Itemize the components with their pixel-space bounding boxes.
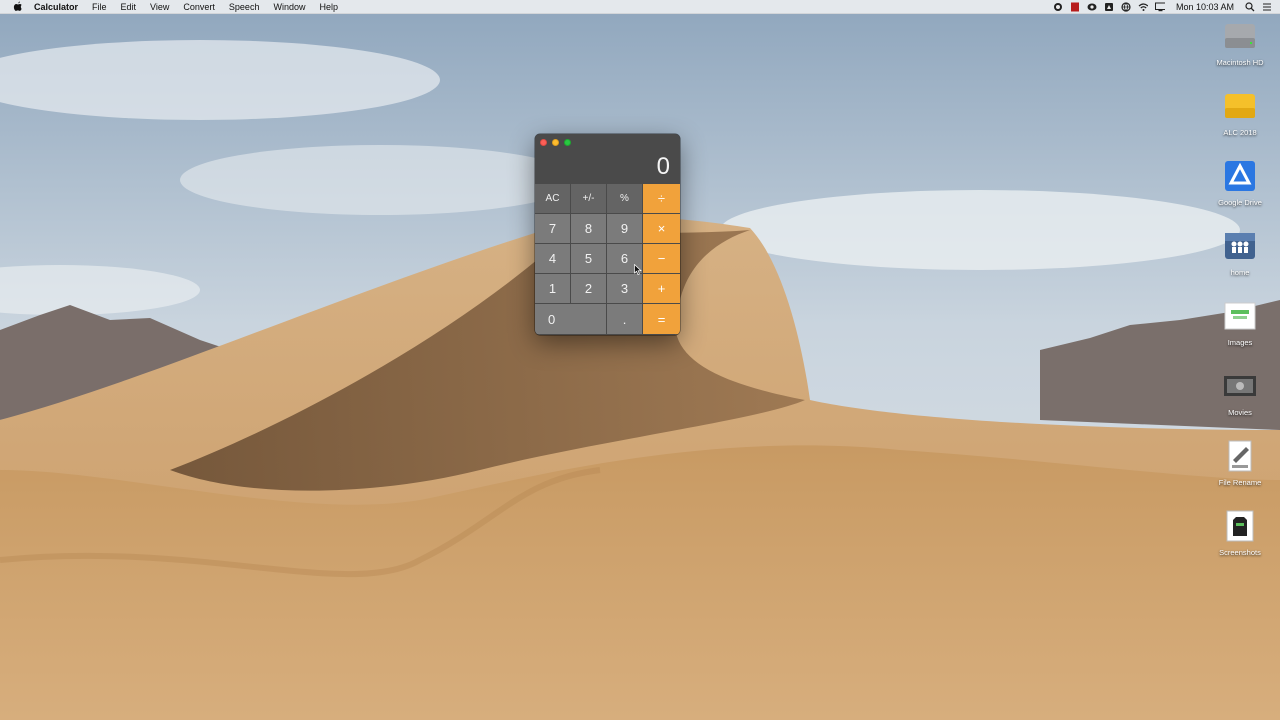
red-app-icon[interactable] — [1070, 2, 1080, 12]
digit-5-button[interactable]: 5 — [571, 244, 607, 274]
digit-0-button[interactable]: 0 — [535, 304, 607, 335]
creative-cloud-icon[interactable] — [1087, 2, 1097, 12]
digit-4-button[interactable]: 4 — [535, 244, 571, 274]
desktop-icon-macintosh-hd[interactable]: Macintosh HD — [1200, 18, 1280, 67]
desktop-icon-label: Google Drive — [1218, 198, 1262, 207]
zoom-window-button[interactable] — [564, 138, 571, 146]
calculator-display: 0 — [656, 153, 670, 180]
digit-2-button[interactable]: 2 — [571, 274, 607, 304]
desktop-icon-google-drive[interactable]: Google Drive — [1200, 158, 1280, 207]
sign-toggle-button[interactable]: +/- — [571, 184, 607, 214]
record-icon[interactable] — [1053, 2, 1063, 12]
digit-9-button[interactable]: 9 — [607, 214, 643, 244]
menu-speech[interactable]: Speech — [222, 0, 267, 14]
search-icon[interactable] — [1245, 1, 1255, 12]
desktop-icon-file-rename[interactable]: File Rename — [1200, 438, 1280, 487]
digit-3-button[interactable]: 3 — [607, 274, 643, 304]
calculator-titlebar[interactable] — [535, 134, 680, 150]
desktop-icon-alc-2018[interactable]: ALC 2018 — [1200, 88, 1280, 137]
menu-clock[interactable]: Mon 10:03 AM — [1172, 2, 1238, 12]
screenshots-folder-icon — [1222, 508, 1258, 544]
desktop-icon-label: home — [1230, 268, 1250, 277]
calculator-window: 0 AC +/- % ÷ 7 8 9 × 4 5 6 − 1 2 3 + 0 .… — [535, 134, 680, 335]
menu-convert[interactable]: Convert — [176, 0, 222, 14]
menu-view[interactable]: View — [143, 0, 176, 14]
mouse-pointer-icon — [634, 262, 642, 275]
calculator-keypad: AC +/- % ÷ 7 8 9 × 4 5 6 − 1 2 3 + 0 . = — [535, 184, 680, 335]
images-folder-icon — [1222, 298, 1258, 334]
desktop-icon-label: Macintosh HD — [1216, 58, 1264, 67]
movies-folder-icon — [1222, 368, 1258, 404]
desktop-icon-label: Screenshots — [1219, 548, 1261, 557]
home-share-icon — [1222, 228, 1258, 264]
desktop-icon-screenshots[interactable]: Screenshots — [1200, 508, 1280, 557]
menu-window[interactable]: Window — [266, 0, 312, 14]
globe-icon[interactable] — [1121, 1, 1131, 12]
drive-icon[interactable] — [1104, 2, 1114, 12]
decimal-button[interactable]: . — [607, 304, 643, 335]
digit-7-button[interactable]: 7 — [535, 214, 571, 244]
google-drive-icon — [1222, 158, 1258, 194]
notification-center-icon[interactable] — [1262, 2, 1272, 12]
divide-button[interactable]: ÷ — [643, 184, 680, 214]
file-rename-icon — [1222, 438, 1258, 474]
apple-icon[interactable] — [12, 1, 24, 13]
desktop-icon-home[interactable]: home — [1200, 228, 1280, 277]
close-window-button[interactable] — [540, 138, 547, 146]
desktop-icon-label: Images — [1227, 338, 1253, 347]
percent-button[interactable]: % — [607, 184, 643, 214]
menu-help[interactable]: Help — [312, 0, 345, 14]
desktop-icon-images[interactable]: Images — [1200, 298, 1280, 347]
yellow-drive-icon — [1222, 88, 1258, 124]
digit-8-button[interactable]: 8 — [571, 214, 607, 244]
equals-button[interactable]: = — [643, 304, 680, 335]
minus-button[interactable]: − — [643, 244, 680, 274]
display-icon[interactable] — [1154, 2, 1165, 12]
menu-bar: Calculator File Edit View Convert Speech… — [0, 0, 1280, 14]
menu-file[interactable]: File — [85, 0, 114, 14]
desktop-icon-label: ALC 2018 — [1223, 128, 1257, 137]
desktop-icon-label: File Rename — [1218, 478, 1262, 487]
clear-button[interactable]: AC — [535, 184, 571, 214]
wifi-icon[interactable] — [1138, 2, 1148, 12]
multiply-button[interactable]: × — [643, 214, 680, 244]
minimize-window-button[interactable] — [552, 138, 559, 146]
hard-drive-icon — [1222, 18, 1258, 54]
menu-app-calculator[interactable]: Calculator — [34, 0, 85, 14]
desktop-icon-movies[interactable]: Movies — [1200, 368, 1280, 417]
desktop-wallpaper — [0, 0, 1280, 720]
desktop-icon-label: Movies — [1228, 408, 1252, 417]
plus-button[interactable]: + — [643, 274, 680, 304]
digit-1-button[interactable]: 1 — [535, 274, 571, 304]
menu-edit[interactable]: Edit — [114, 0, 144, 14]
